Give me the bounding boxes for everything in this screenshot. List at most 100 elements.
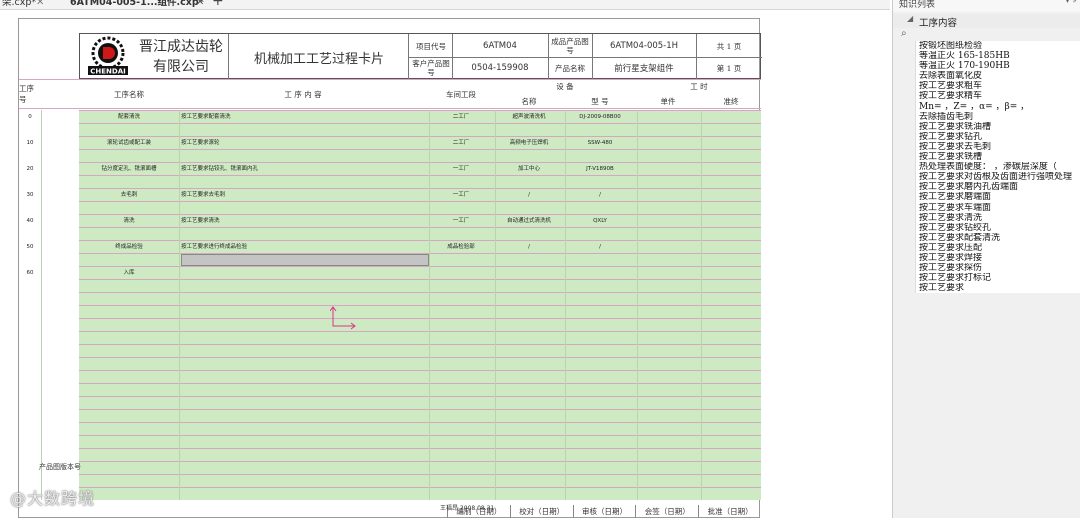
op-no-cell[interactable]: 20 — [19, 163, 41, 175]
design-canvas[interactable]: CHENDAI 晋江成达齿轮 有限公司 机械加工工艺过程卡片 项目代号 6ATM… — [0, 10, 890, 518]
workshop-cell[interactable]: 一工厂 — [429, 163, 493, 175]
op-name-cell[interactable]: 配套清洗 — [81, 111, 177, 123]
eq-name-cell[interactable]: / — [495, 189, 563, 201]
tab-close-icon[interactable]: ✕ — [196, 0, 204, 10]
list-item[interactable]: 按工艺要求磨内孔齿端面 — [916, 182, 1080, 192]
table-row[interactable] — [79, 331, 761, 344]
list-item[interactable]: 按工艺要求铣槽 — [916, 152, 1080, 162]
table-row[interactable] — [79, 422, 761, 435]
eq-name-cell[interactable]: / — [495, 241, 563, 253]
table-row[interactable] — [79, 175, 761, 188]
list-item[interactable]: 按锻坯图纸检验 — [916, 41, 1080, 51]
list-item[interactable]: 按工艺要求探伤 — [916, 263, 1080, 273]
search-row[interactable]: ⌕ — [893, 28, 1080, 41]
list-item[interactable]: 按工艺要求对齿根及齿面进行强喷处理 — [916, 172, 1080, 182]
eq-model-cell[interactable]: JT-V1890B — [565, 163, 635, 175]
table-row[interactable] — [79, 292, 761, 305]
table-row[interactable]: 60 入库 — [27, 266, 761, 279]
workshop-cell[interactable] — [429, 267, 493, 279]
list-item[interactable]: 热处理表面硬度： ，渗碳层深度（ — [916, 162, 1080, 172]
eq-name-cell[interactable]: 加工中心 — [495, 163, 563, 175]
list-item[interactable]: 按工艺要求铣油槽 — [916, 122, 1080, 132]
op-content-cell[interactable]: 按工艺要求清洗 — [181, 215, 427, 227]
table-row[interactable] — [79, 409, 761, 422]
tab-frame-doc[interactable]: 架.cxp* — [2, 0, 36, 10]
list-item[interactable]: 按工艺要求磨端面 — [916, 192, 1080, 202]
eq-model-cell[interactable] — [565, 267, 635, 279]
table-row[interactable] — [79, 370, 761, 383]
expand-arrow-icon[interactable]: ◢ — [907, 14, 913, 23]
eq-name-cell[interactable]: 高频电子压焊机 — [495, 137, 563, 149]
list-item[interactable]: 按工艺要求车端面 — [916, 203, 1080, 213]
op-no-cell[interactable]: 30 — [19, 189, 41, 201]
list-item[interactable]: 按工艺要求打标记 — [916, 273, 1080, 283]
list-item[interactable]: 按工艺要求压配 — [916, 243, 1080, 253]
eq-name-cell[interactable]: 超声波清洗机 — [495, 111, 563, 123]
op-name-cell[interactable]: 钻分度定孔、铣滚面槽 — [81, 163, 177, 175]
eq-model-cell[interactable]: / — [565, 241, 635, 253]
workshop-cell[interactable]: 二工厂 — [429, 111, 493, 123]
op-content-cell[interactable]: 按工艺要求滚轮 — [181, 137, 427, 149]
table-row[interactable] — [79, 279, 761, 292]
list-item[interactable]: 按工艺要求精车 — [916, 91, 1080, 101]
table-row[interactable] — [79, 435, 761, 448]
table-row[interactable] — [79, 344, 761, 357]
workshop-cell[interactable]: 成品检验部 — [429, 241, 493, 253]
op-name-cell[interactable]: 滚轮试齿或配工装 — [81, 137, 177, 149]
table-row[interactable]: 40 清洗 按工艺要求清洗 一工厂 自动通过式清洗机 QXLY — [27, 214, 761, 227]
op-content-cell[interactable]: 按工艺要求进行终成品检验 — [181, 241, 427, 253]
op-no-cell[interactable]: 50 — [19, 241, 41, 253]
table-row[interactable] — [79, 357, 761, 370]
op-no-cell[interactable]: 10 — [19, 137, 41, 149]
list-item[interactable]: 去除表面氧化皮 — [916, 71, 1080, 81]
table-row[interactable]: 0 配套清洗 按工艺要求配套清洗 二工厂 超声波清洗机 DJ-2009-08B00 — [28, 110, 761, 123]
list-item[interactable]: 按工艺要求焊接 — [916, 253, 1080, 263]
table-row[interactable] — [79, 461, 761, 474]
search-icon[interactable]: ⌕ — [901, 28, 907, 39]
op-content-cell[interactable]: 按工艺要求钻铰孔、铣滚面内孔 — [181, 163, 427, 175]
op-content-cell[interactable] — [181, 267, 427, 279]
selected-cell[interactable] — [181, 254, 429, 266]
eq-model-cell[interactable]: QXLY — [565, 215, 635, 227]
list-item[interactable]: 等温正火 165-185HB — [916, 51, 1080, 61]
workshop-cell[interactable]: 一工厂 — [429, 215, 493, 227]
op-name-cell[interactable]: 去毛刺 — [81, 189, 177, 201]
op-name-cell[interactable]: 终成品检验 — [81, 241, 177, 253]
table-row[interactable] — [79, 318, 761, 331]
table-row[interactable] — [79, 474, 761, 487]
list-item[interactable]: 按工艺要求清洗 — [916, 213, 1080, 223]
table-row[interactable] — [79, 396, 761, 409]
eq-name-cell[interactable] — [495, 267, 563, 279]
op-no-cell[interactable]: 60 — [19, 267, 41, 279]
list-item[interactable]: Mn= ，Z= ，α= ，β= ， — [916, 102, 1080, 112]
workshop-cell[interactable]: 一工厂 — [429, 189, 493, 201]
table-row[interactable] — [79, 123, 761, 136]
list-item[interactable]: 按工艺要求钻孔 — [916, 132, 1080, 142]
op-name-cell[interactable]: 清洗 — [81, 215, 177, 227]
table-row[interactable]: 10 滚轮试齿或配工装 按工艺要求滚轮 二工厂 高频电子压焊机 SSW-480 — [27, 136, 761, 149]
table-row[interactable] — [79, 201, 761, 214]
table-row[interactable] — [79, 448, 761, 461]
list-item[interactable]: 按工艺要求 — [916, 283, 1080, 293]
tree-root-node[interactable]: ◢ 工序内容 — [893, 14, 1080, 29]
table-row[interactable] — [79, 383, 761, 396]
op-content-cell[interactable]: 按工艺要求去毛刺 — [181, 189, 427, 201]
list-item[interactable]: 按工艺要求粗车 — [916, 81, 1080, 91]
op-no-cell[interactable]: 0 — [19, 111, 41, 123]
eq-model-cell[interactable]: / — [565, 189, 635, 201]
list-item[interactable]: 等温正火 170-190HB — [916, 61, 1080, 71]
table-row[interactable]: 50 终成品检验 按工艺要求进行终成品检验 成品检验部 / / — [27, 240, 761, 253]
eq-model-cell[interactable]: SSW-480 — [565, 137, 635, 149]
table-row[interactable] — [79, 227, 761, 240]
table-row[interactable] — [79, 487, 761, 500]
table-row[interactable]: 20 钻分度定孔、铣滚面槽 按工艺要求钻铰孔、铣滚面内孔 一工厂 加工中心 JT-V189… — [27, 162, 761, 175]
workshop-cell[interactable]: 二工厂 — [429, 137, 493, 149]
eq-model-cell[interactable]: DJ-2009-08B00 — [565, 111, 635, 123]
op-no-cell[interactable]: 40 — [19, 215, 41, 227]
list-item[interactable]: 去除插齿毛刺 — [916, 112, 1080, 122]
table-row[interactable]: 30 去毛刺 按工艺要求去毛刺 一工厂 / / — [27, 188, 761, 201]
list-item[interactable]: 按工艺要求去毛刺 — [916, 142, 1080, 152]
pin-icon[interactable]: ▾ ♯ — [1065, 0, 1077, 6]
op-name-cell[interactable]: 入库 — [81, 267, 177, 279]
table-row[interactable] — [79, 305, 761, 318]
